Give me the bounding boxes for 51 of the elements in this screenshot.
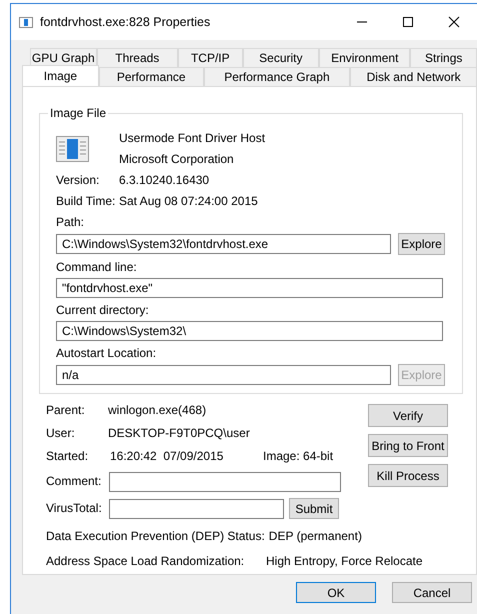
submit-button[interactable]: Submit — [289, 498, 339, 519]
application-icon — [56, 136, 89, 162]
tab[interactable]: Performance — [98, 67, 204, 86]
maximize-icon — [402, 16, 414, 28]
tab[interactable]: Image — [22, 65, 99, 86]
field-label: Command line: — [56, 259, 138, 276]
company-text: Microsoft Corporation — [119, 151, 235, 168]
parent-value: winlogon.exe(468) — [108, 402, 206, 419]
window-app-icon — [19, 16, 33, 28]
image-bitness: Image: 64-bit — [263, 448, 334, 465]
action-button[interactable]: Kill Process — [368, 464, 448, 487]
started-label: Started: — [46, 448, 90, 465]
tab[interactable]: Threads — [96, 48, 178, 67]
group-title: Image File — [49, 106, 108, 120]
comment-field[interactable] — [109, 472, 341, 492]
explore-button[interactable]: Explore — [398, 233, 445, 255]
text-field[interactable]: C:\Windows\System32\fontdrvhost.exe — [56, 234, 391, 254]
dialog-button[interactable]: Cancel — [392, 582, 472, 603]
tab[interactable]: TCP/IP — [178, 48, 243, 67]
field-label: Current directory: — [56, 302, 150, 319]
dialog-button[interactable]: OK — [296, 582, 376, 603]
user-label: User: — [46, 425, 76, 442]
field-label: Autostart Location: — [56, 345, 158, 362]
field-label: Path: — [56, 214, 86, 231]
tab[interactable]: Disk and Network — [350, 67, 477, 86]
text-field[interactable]: n/a — [56, 365, 391, 385]
action-button[interactable]: Verify — [368, 404, 448, 427]
virustotal-label: VirusTotal: — [46, 500, 103, 517]
tab[interactable]: Security — [242, 48, 320, 67]
text-field[interactable]: "fontdrvhost.exe" — [56, 278, 443, 298]
info-value: Sat Aug 08 07:24:00 2015 — [119, 193, 258, 210]
dep-label: Data Execution Prevention (DEP) Status: — [46, 528, 265, 545]
action-button[interactable]: Bring to Front — [368, 434, 448, 457]
text-field[interactable]: C:\Windows\System32\ — [56, 321, 443, 341]
tab[interactable]: Performance Graph — [204, 67, 350, 86]
aslr-label: Address Space Load Randomization: — [46, 553, 246, 570]
tab[interactable]: Environment — [319, 48, 410, 67]
info-label: Build Time: — [56, 193, 116, 210]
started-value: 16:20:42 07/09/2015 — [110, 448, 224, 465]
dep-value: DEP (permanent) — [268, 528, 362, 545]
user-value: DESKTOP-F9T0PCQ\user — [108, 425, 250, 442]
parent-label: Parent: — [46, 402, 86, 419]
window-title: fontdrvhost.exe:828 Properties — [40, 15, 212, 29]
virustotal-field[interactable] — [109, 498, 284, 518]
tab[interactable]: Strings — [410, 48, 477, 67]
close-icon — [448, 16, 460, 28]
description-text: Usermode Font Driver Host — [119, 130, 266, 147]
info-label: Version: — [56, 172, 100, 189]
aslr-value: High Entropy, Force Relocate — [266, 553, 423, 570]
info-value: 6.3.10240.16430 — [119, 172, 210, 189]
comment-label: Comment: — [46, 473, 102, 490]
